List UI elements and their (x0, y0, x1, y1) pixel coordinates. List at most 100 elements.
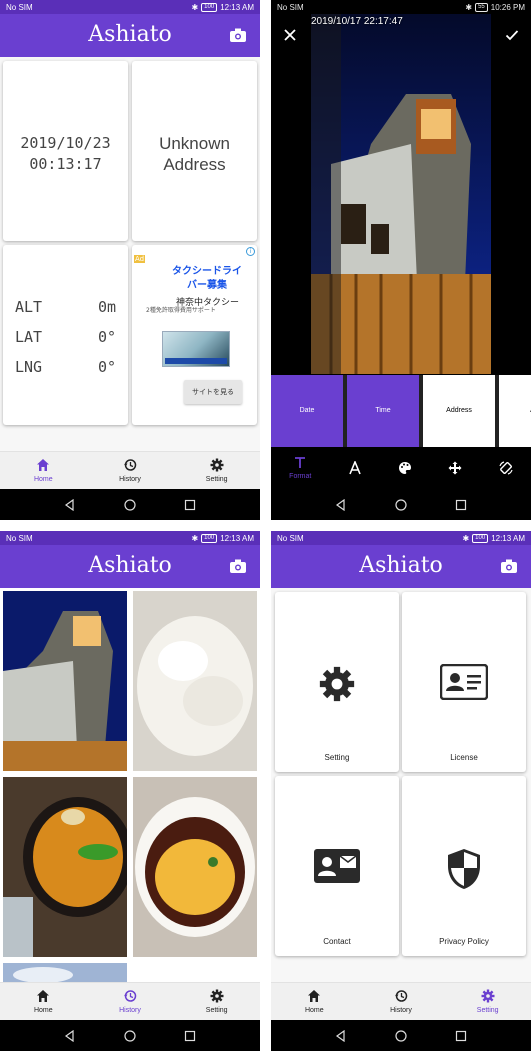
history-photo[interactable] (133, 591, 257, 771)
nav-home-label: Home (304, 1007, 324, 1014)
timestamp-overlay: 2019/10/17 22:17:47 (311, 16, 403, 27)
info-icon[interactable]: i (246, 247, 255, 256)
bluetooth-icon: ✱ (462, 533, 470, 543)
nav-history[interactable]: History (358, 983, 445, 1020)
nav-history[interactable]: History (87, 983, 174, 1020)
nav-setting-label: Setting (476, 1007, 499, 1014)
palette-icon[interactable] (398, 461, 412, 475)
app-title: Ashiato (88, 553, 172, 578)
status-bar: No SIM ✱ 100 12:13 AM (0, 531, 260, 545)
battery-indicator: 100 (201, 533, 218, 543)
back-icon[interactable] (335, 1029, 347, 1042)
camera-icon[interactable] (501, 559, 517, 573)
home-circle-icon[interactable] (124, 1029, 136, 1042)
nav-setting-label: Setting (205, 476, 228, 483)
system-nav (271, 1020, 531, 1051)
home-circle-icon[interactable] (395, 498, 407, 511)
history-photo[interactable] (3, 963, 127, 982)
move-icon[interactable] (448, 461, 462, 475)
system-nav (0, 1020, 260, 1051)
menu-setting[interactable]: Setting (275, 592, 399, 772)
menu-contact-label: Contact (323, 937, 351, 946)
alt-label: ALT (15, 298, 43, 316)
system-nav (0, 489, 260, 520)
nav-home-label: Home (33, 476, 53, 483)
ad-card[interactable]: Ad i タクシードライバー募集 神奈中タクシー 2種免許取得費用サポート サイ… (132, 245, 257, 425)
latitude-row: LAT 0° (15, 328, 116, 346)
settings-screen: No SIM ✱ 100 12:13 AM Ashiato Setting Li… (271, 531, 531, 1051)
nav-home[interactable]: Home (0, 983, 87, 1020)
app-title: Ashiato (88, 22, 172, 47)
menu-license[interactable]: License (402, 592, 526, 772)
font-icon[interactable] (348, 461, 362, 475)
alt-value: 0m (97, 298, 116, 316)
back-icon[interactable] (335, 498, 347, 511)
datetime-card: 2019/10/23 00:13:17 (3, 61, 128, 241)
recents-icon[interactable] (184, 1030, 196, 1042)
bluetooth-icon: ✱ (465, 2, 473, 12)
gear-icon (210, 989, 224, 1003)
close-icon[interactable] (283, 28, 297, 42)
nav-home-label: Home (33, 1007, 53, 1014)
lat-value: 0° (97, 328, 116, 346)
editor-screen: No SIM ✱ 55 10:26 PM 2019/10/17 22:17:47 (271, 0, 531, 520)
battery-indicator: 100 (472, 533, 489, 543)
history-photo[interactable] (3, 777, 127, 957)
longitude-row: LNG 0° (15, 358, 116, 376)
rotate-icon[interactable] (499, 461, 513, 475)
gear-icon (319, 666, 355, 702)
carrier-text: No SIM (6, 2, 33, 12)
ad-image[interactable] (162, 331, 230, 367)
menu-contact[interactable]: Contact (275, 776, 399, 956)
clock: 12:13 AM (491, 533, 525, 543)
history-screen: No SIM ✱ 100 12:13 AM Ashiato Home Histo… (0, 531, 260, 1051)
home-circle-icon[interactable] (395, 1029, 407, 1042)
tool-format[interactable]: Format (289, 456, 311, 480)
recents-icon[interactable] (184, 499, 196, 511)
bluetooth-icon: ✱ (191, 2, 199, 12)
ad-description: 2種免許取得費用サポート (146, 307, 216, 314)
history-photo[interactable] (3, 591, 127, 771)
editor-photo[interactable] (311, 14, 491, 374)
nav-history-label: History (119, 476, 141, 483)
recents-icon[interactable] (455, 1030, 467, 1042)
bottom-nav: Home History Setting (0, 451, 260, 489)
ad-title[interactable]: タクシードライバー募集 (172, 265, 242, 293)
option-address[interactable]: Address (423, 375, 495, 447)
camera-icon[interactable] (230, 28, 246, 42)
status-bar: No SIM ✱ 100 12:13 AM (0, 0, 260, 14)
lat-label: LAT (15, 328, 43, 346)
nav-home[interactable]: Home (0, 452, 87, 489)
menu-privacy-policy[interactable]: Privacy Policy (402, 776, 526, 956)
battery-indicator: 55 (475, 2, 488, 12)
back-icon[interactable] (64, 498, 76, 511)
option-time[interactable]: Time (347, 375, 419, 447)
check-icon[interactable] (505, 28, 519, 42)
carrier-text: No SIM (277, 533, 304, 543)
recents-icon[interactable] (455, 499, 467, 511)
ad-cta-button[interactable]: サイトを見る (184, 380, 242, 404)
contact-mail-icon (314, 849, 360, 883)
app-title: Ashiato (359, 553, 443, 578)
address-line-2: Address (163, 155, 226, 174)
back-icon[interactable] (64, 1029, 76, 1042)
home-circle-icon[interactable] (124, 498, 136, 511)
nav-setting[interactable]: Setting (173, 983, 260, 1020)
address-card: Unknown Address (132, 61, 257, 241)
history-photo[interactable] (133, 777, 257, 957)
nav-home[interactable]: Home (271, 983, 358, 1020)
option-altitude[interactable]: Alti (499, 375, 531, 447)
option-date[interactable]: Date (271, 375, 343, 447)
home-icon (37, 459, 50, 471)
app-bar: Ashiato (271, 545, 531, 588)
nav-setting[interactable]: Setting (173, 452, 260, 489)
settings-grid: Setting License Contact Privacy Policy (271, 588, 531, 982)
camera-icon[interactable] (230, 559, 246, 573)
clock: 12:13 AM (220, 533, 254, 543)
nav-setting[interactable]: Setting (444, 983, 531, 1020)
carrier-text: No SIM (277, 2, 304, 12)
nav-history[interactable]: History (87, 452, 174, 489)
history-icon (395, 990, 408, 1002)
bottom-nav: Home History Setting (0, 982, 260, 1020)
home-icon (308, 990, 321, 1002)
